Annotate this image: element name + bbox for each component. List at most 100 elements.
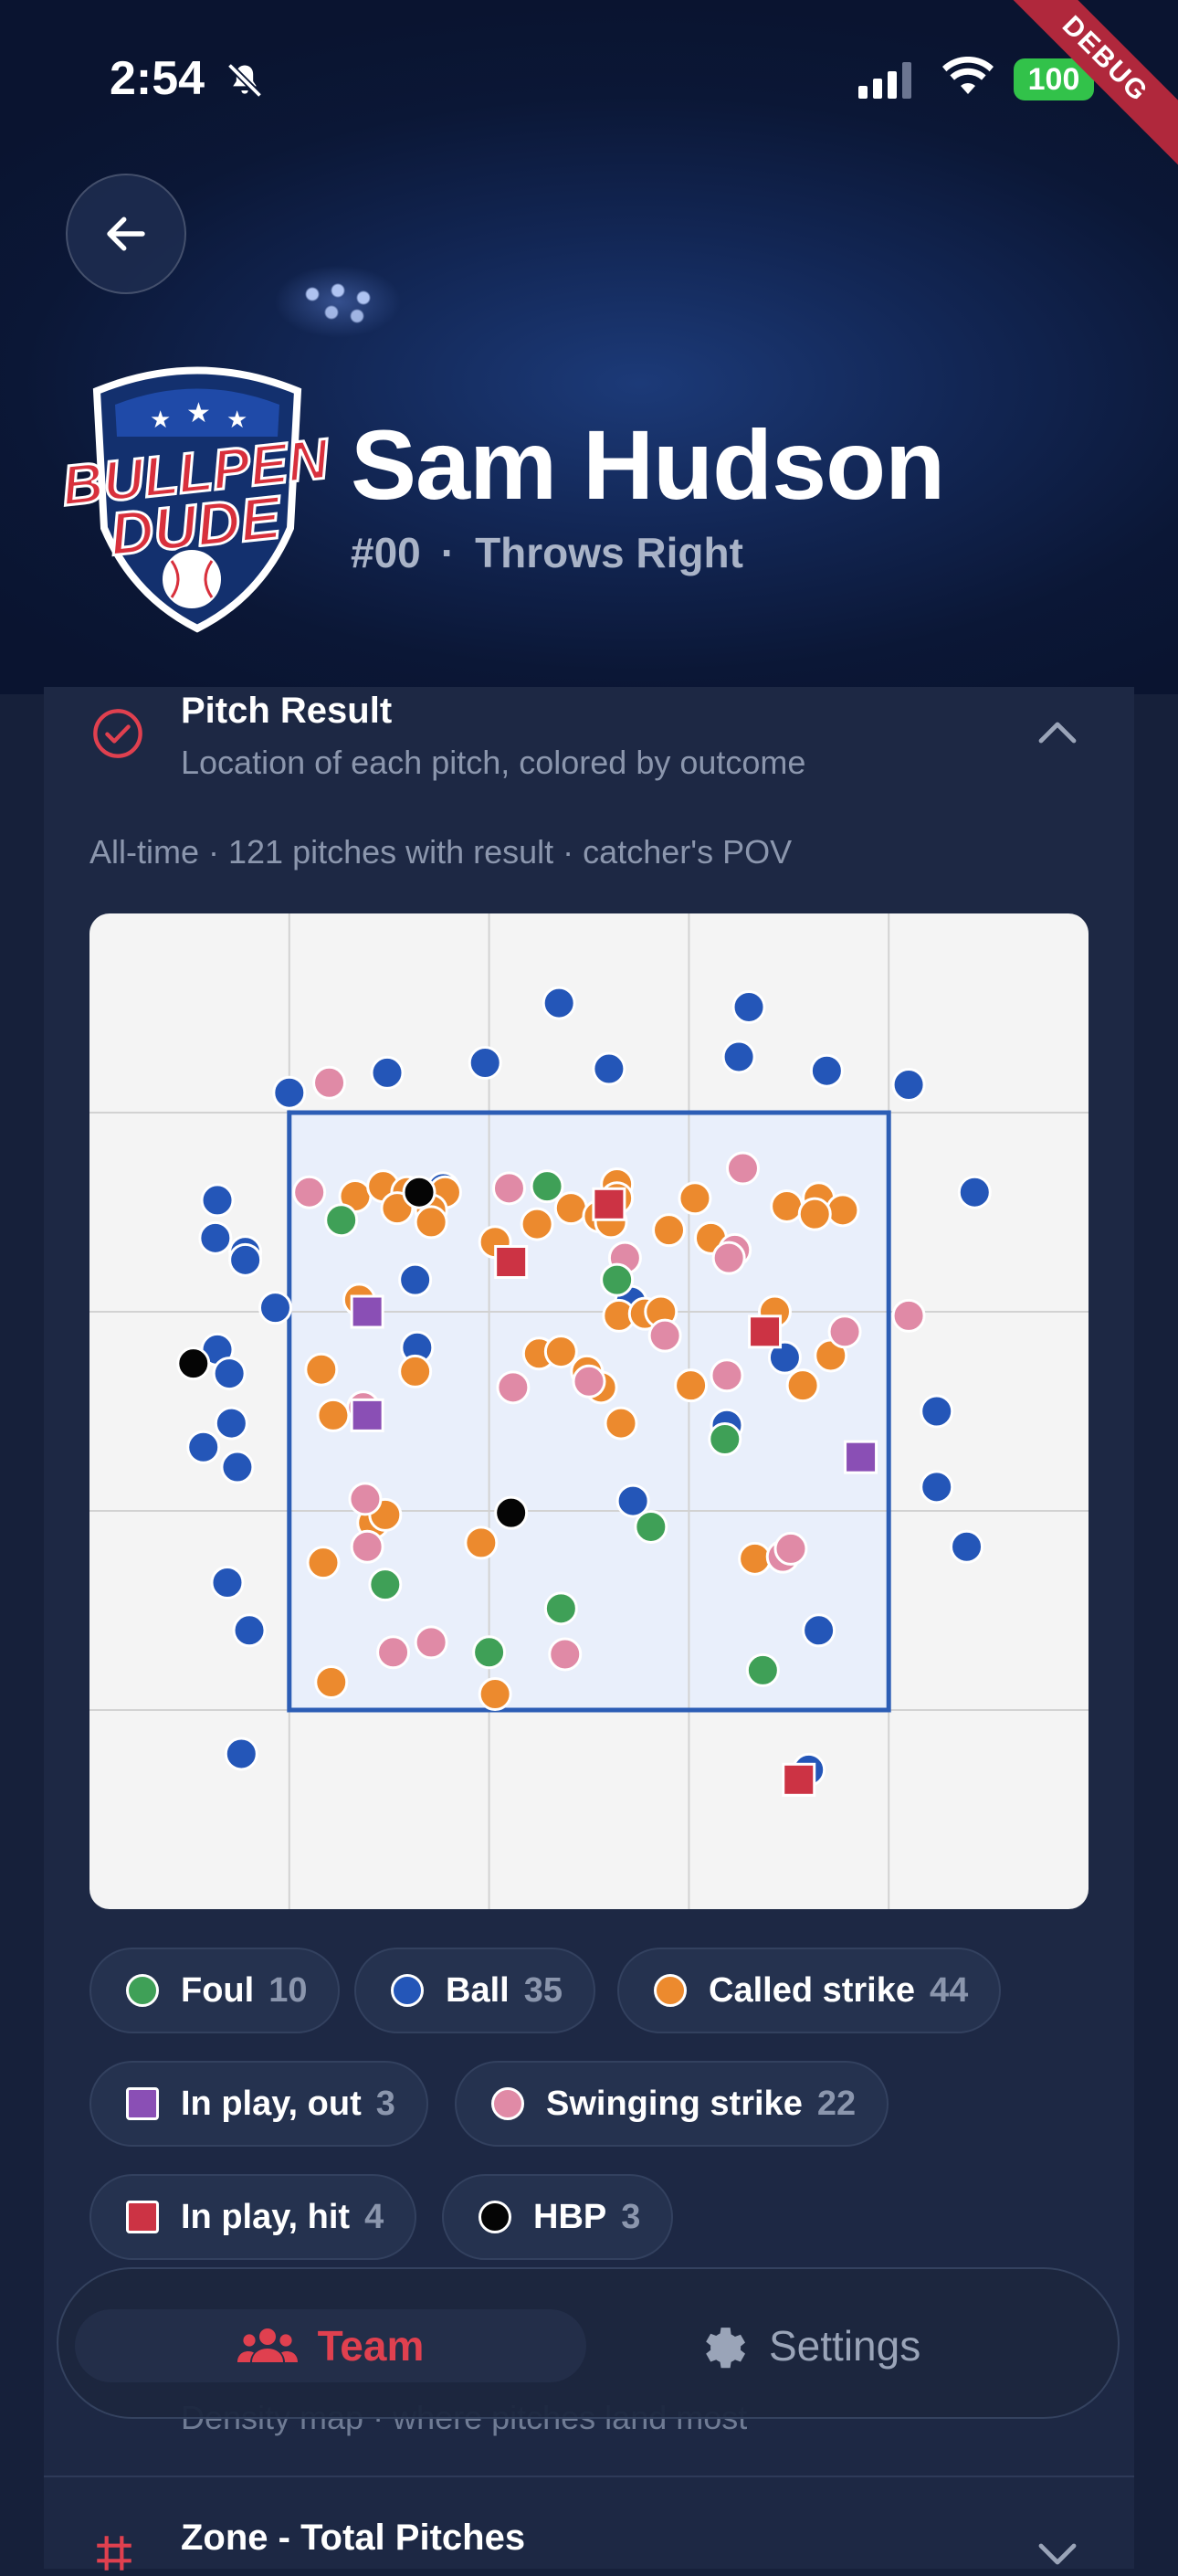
legend-chip-foul[interactable]: Foul 10 bbox=[89, 1948, 341, 2033]
tab-settings[interactable]: Settings bbox=[698, 2309, 1081, 2382]
foul-point bbox=[530, 1169, 564, 1204]
legend-chip-in-play-hit[interactable]: In play, hit 4 bbox=[89, 2174, 417, 2260]
foul-point bbox=[708, 1422, 742, 1457]
chevron-down-icon[interactable] bbox=[1037, 2541, 1078, 2569]
in-play-hit-swatch bbox=[126, 2201, 159, 2233]
legend-label: HBP bbox=[533, 2197, 607, 2236]
called-strike-point bbox=[770, 1188, 805, 1223]
legend-chip-ball[interactable]: Ball 35 bbox=[354, 1948, 595, 2033]
swinging-strike-point bbox=[710, 1358, 744, 1393]
legend-chip-called-strike[interactable]: Called strike 44 bbox=[617, 1948, 1002, 2033]
swinging-strike-point bbox=[292, 1175, 327, 1209]
tab-team[interactable]: Team bbox=[75, 2309, 586, 2382]
ball-point bbox=[200, 1183, 235, 1218]
svg-text:★: ★ bbox=[150, 406, 171, 434]
ball-point bbox=[370, 1055, 405, 1090]
in-play-out-point bbox=[844, 1440, 878, 1474]
in-play-out-point bbox=[350, 1398, 384, 1432]
cellular-signal-icon bbox=[858, 62, 911, 99]
ball-point bbox=[398, 1262, 433, 1297]
ball-point bbox=[224, 1737, 258, 1771]
swinging-strike-point bbox=[711, 1240, 746, 1275]
zone-total-title: Zone - Total Pitches bbox=[181, 2518, 526, 2558]
in-play-hit-point bbox=[782, 1762, 816, 1797]
back-button[interactable] bbox=[66, 174, 186, 294]
swinging-strike-point bbox=[376, 1635, 411, 1670]
foul-swatch bbox=[126, 1974, 159, 2007]
player-name: Sam Hudson bbox=[351, 409, 945, 520]
pitch-summary: All-time · 121 pitches with result · cat… bbox=[89, 833, 793, 871]
called-strike-point bbox=[304, 1352, 339, 1387]
swinging-strike-point bbox=[572, 1364, 606, 1399]
ball-point bbox=[542, 986, 576, 1020]
tab-team-label: Team bbox=[317, 2322, 425, 2370]
legend-label: Swinging strike bbox=[546, 2084, 803, 2123]
wifi-icon bbox=[942, 57, 994, 94]
ball-point bbox=[272, 1075, 307, 1110]
called-strike-point bbox=[674, 1368, 709, 1403]
legend-chip-swinging-strike[interactable]: Swinging strike 22 bbox=[455, 2061, 889, 2147]
ball-point bbox=[212, 1357, 247, 1391]
swinging-strike-swatch bbox=[491, 2087, 524, 2120]
called-strike-point bbox=[464, 1526, 499, 1560]
ball-point bbox=[232, 1613, 267, 1648]
in-play-hit-point bbox=[748, 1314, 783, 1349]
called-strike-swatch bbox=[654, 1974, 687, 2007]
foul-point bbox=[600, 1262, 635, 1297]
in-play-hit-point bbox=[494, 1245, 529, 1279]
called-strike-point bbox=[678, 1181, 712, 1216]
foul-point bbox=[472, 1635, 507, 1670]
foul-point bbox=[745, 1652, 780, 1687]
chevron-up-icon[interactable] bbox=[1037, 718, 1078, 745]
called-strike-point bbox=[652, 1213, 687, 1248]
swinging-strike-point bbox=[350, 1529, 384, 1564]
in-play-out-swatch bbox=[126, 2087, 159, 2120]
called-strike-point bbox=[553, 1191, 588, 1226]
gear-icon bbox=[706, 2328, 746, 2369]
check-circle-icon bbox=[93, 709, 142, 758]
swinging-strike-point bbox=[891, 1298, 926, 1333]
ball-point bbox=[721, 1040, 756, 1074]
legend-count: 44 bbox=[930, 1970, 969, 2010]
swinging-strike-point bbox=[414, 1625, 448, 1660]
legend-count: 3 bbox=[621, 2197, 641, 2236]
swinging-strike-point bbox=[647, 1318, 682, 1353]
called-strike-point bbox=[414, 1205, 448, 1240]
swinging-strike-point bbox=[348, 1482, 383, 1516]
foul-point bbox=[324, 1203, 359, 1238]
called-strike-point bbox=[785, 1368, 820, 1403]
foul-point bbox=[368, 1568, 403, 1602]
called-strike-point bbox=[520, 1207, 554, 1241]
in-play-out-point bbox=[350, 1294, 384, 1329]
ball-point bbox=[802, 1613, 836, 1648]
player-meta: #00 · Throws Right bbox=[351, 528, 743, 577]
swinging-strike-point bbox=[548, 1637, 583, 1672]
ball-point bbox=[920, 1394, 954, 1429]
called-strike-point bbox=[826, 1193, 860, 1228]
called-strike-point bbox=[316, 1398, 351, 1432]
ball-point bbox=[731, 989, 766, 1024]
hbp-swatch bbox=[479, 2201, 511, 2233]
legend-chip-hbp[interactable]: HBP 3 bbox=[442, 2174, 674, 2260]
ball-point bbox=[258, 1291, 292, 1325]
legend-label: In play, hit bbox=[181, 2197, 351, 2236]
legend-count: 22 bbox=[816, 2084, 857, 2123]
ball-point bbox=[950, 1529, 984, 1564]
called-strike-point bbox=[604, 1406, 638, 1441]
called-strike-point bbox=[478, 1677, 512, 1712]
ball-point bbox=[210, 1565, 245, 1599]
meta-separator: · bbox=[440, 529, 456, 576]
ball-swatch bbox=[391, 1974, 424, 2007]
legend-count: 10 bbox=[268, 1970, 308, 2010]
section-title: Pitch Result bbox=[181, 691, 393, 731]
called-strike-point bbox=[306, 1546, 341, 1580]
hbp-point bbox=[402, 1175, 436, 1209]
stadium-lights bbox=[274, 265, 402, 338]
status-time: 2:54 bbox=[110, 52, 205, 105]
legend-count: 3 bbox=[375, 2084, 395, 2123]
ball-point bbox=[220, 1450, 255, 1484]
player-number: #00 bbox=[351, 529, 421, 576]
legend-chip-in-play-out[interactable]: In play, out 3 bbox=[89, 2061, 428, 2147]
ball-point bbox=[891, 1067, 926, 1102]
hbp-point bbox=[494, 1495, 529, 1530]
